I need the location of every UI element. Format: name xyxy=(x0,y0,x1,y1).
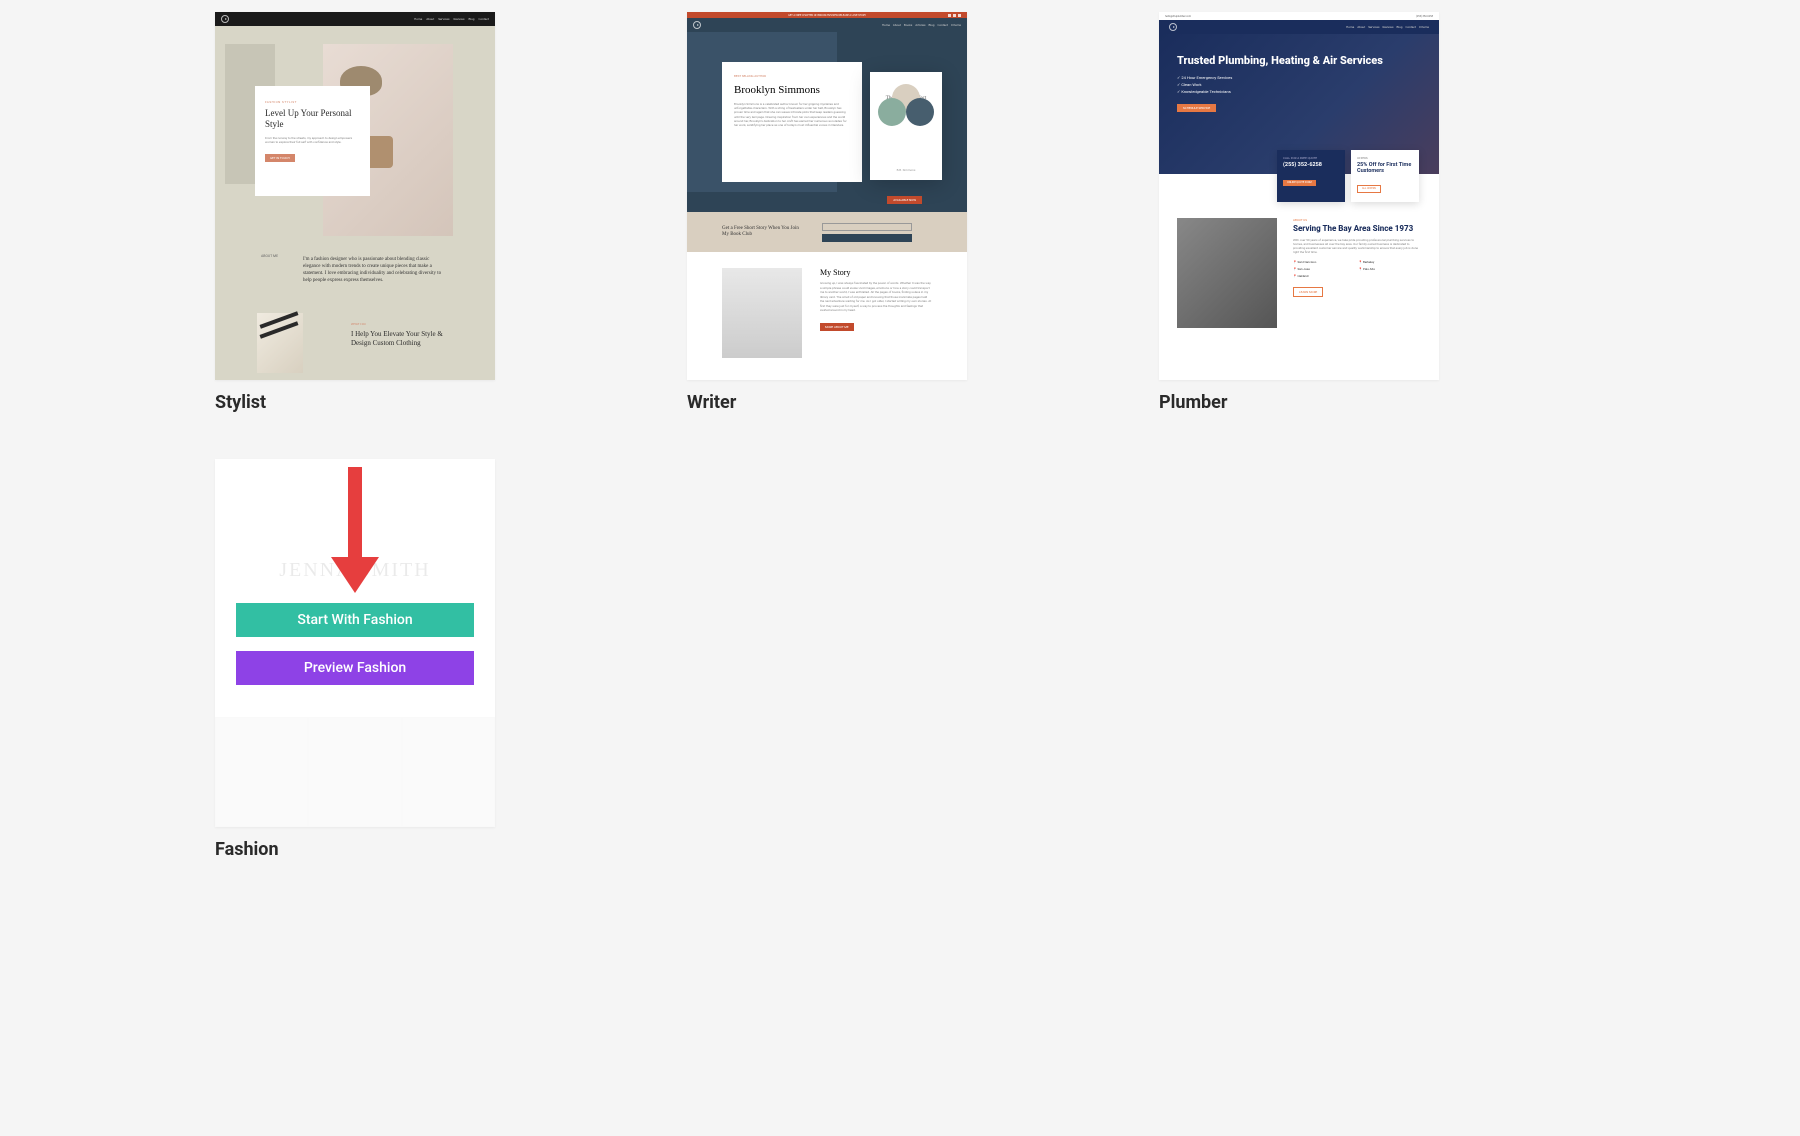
feature-checks: ✓ 24 Hour Emergency Services ✓ Clean Wor… xyxy=(1177,75,1421,94)
stylist-preview: Home About Services Reviews Blog Contact… xyxy=(215,12,495,380)
what-label: WHAT I DO xyxy=(351,322,366,326)
template-card-writer[interactable]: GET A FREE CHAPTER OF BROOKLYN'S NEW REL… xyxy=(687,12,1113,413)
logo-icon xyxy=(221,15,229,23)
author-photo xyxy=(722,268,802,358)
subscribe-band: Get a Free Short Story When You Join My … xyxy=(687,212,967,252)
pipes-photo xyxy=(1177,218,1277,328)
template-title: Stylist xyxy=(215,392,641,413)
writer-hero: BEST SELLING AUTHOR Brooklyn Simmons Bro… xyxy=(687,32,967,212)
writer-preview: GET A FREE CHAPTER OF BROOKLYN'S NEW REL… xyxy=(687,12,967,380)
hero-card: FASHION STYLIST Level Up Your Personal S… xyxy=(255,86,370,196)
social-icons xyxy=(948,14,961,17)
available-btn: AVAILABLE NOW xyxy=(887,196,922,204)
logo-icon xyxy=(693,21,701,29)
start-button[interactable]: Start With Fashion xyxy=(236,603,474,637)
offer-card: OFFERS 25% Off for First Time Customers … xyxy=(1351,150,1419,202)
city-list: 📍 San Francisco 📍 Berkeley 📍 San Jose 📍 … xyxy=(1293,260,1421,278)
faded-thumbs xyxy=(215,717,495,827)
fashion-preview: JENNA SMITH Start With Fashion Preview F… xyxy=(215,459,495,827)
template-title: Plumber xyxy=(1159,392,1585,413)
template-title: Fashion xyxy=(215,839,641,860)
hero-heading: Level Up Your Personal Style xyxy=(265,108,360,130)
arrow-down-icon xyxy=(329,467,381,597)
stylist-nav: Home About Services Reviews Blog Contact xyxy=(414,17,489,21)
template-card-fashion[interactable]: JENNA SMITH Start With Fashion Preview F… xyxy=(215,459,641,860)
stylist-body: FASHION STYLIST Level Up Your Personal S… xyxy=(215,26,495,380)
writer-topbar: GET A FREE CHAPTER OF BROOKLYN'S NEW REL… xyxy=(687,12,967,18)
logo-icon xyxy=(1169,23,1177,31)
stylist-topbar: Home About Services Reviews Blog Contact xyxy=(215,12,495,26)
plumber-preview: hello@diviplumber.com (255) 352-6258 Hom… xyxy=(1159,12,1439,380)
template-card-plumber[interactable]: hello@diviplumber.com (255) 352-6258 Hom… xyxy=(1159,12,1585,413)
template-card-stylist[interactable]: Home About Services Reviews Blog Contact… xyxy=(215,12,641,413)
hero-label: FASHION STYLIST xyxy=(265,100,360,104)
plumber-topbar: hello@diviplumber.com (255) 352-6258 xyxy=(1159,12,1439,20)
hero-card: BEST SELLING AUTHOR Brooklyn Simmons Bro… xyxy=(722,62,862,182)
preview-button[interactable]: Preview Fashion xyxy=(236,651,474,685)
plumber-nav: Home About Services Reviews Blog Contact… xyxy=(1159,20,1439,34)
about-label: ABOUT ME xyxy=(261,254,278,258)
what-heading: I Help You Elevate Your Style & Design C… xyxy=(351,330,451,348)
about-text: I'm a fashion designer who is passionate… xyxy=(303,256,443,284)
story-section: My Story Growing up, I was always fascin… xyxy=(687,252,967,374)
hero-text: From the runway to the streets, my appro… xyxy=(265,136,360,144)
writer-nav: Home About Books Articles Blog Contact 0… xyxy=(687,18,967,32)
email-input xyxy=(822,223,912,231)
quote-card: CALL FOR A FREE QUOTE (255) 352-6258 ONL… xyxy=(1277,150,1345,202)
subscribe-btn xyxy=(822,234,912,242)
book-cover: The Monarch Effect B.B. Simmons xyxy=(870,72,942,180)
plumber-hero: Trusted Plumbing, Heating & Air Services… xyxy=(1159,34,1439,174)
hero-btn: GET IN TOUCH xyxy=(265,154,295,162)
template-title: Writer xyxy=(687,392,1113,413)
